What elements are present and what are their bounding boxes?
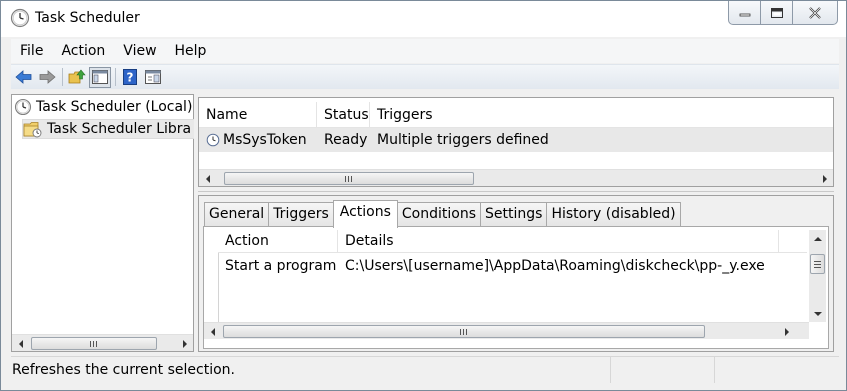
up-folder-icon [68,69,86,84]
actions-vertical-scrollbar[interactable] [809,230,826,322]
task-list-horizontal-scrollbar[interactable] [199,169,833,186]
pane-splitter[interactable] [198,191,834,194]
action-type: Start a program [225,258,337,274]
table-row[interactable]: MsSysToken Ready Multiple triggers defin… [199,128,833,152]
task-status: Ready [324,132,368,148]
details-tabs: General Triggers Actions Conditions Sett… [204,200,681,228]
help-icon: ? [123,69,137,85]
column-header-status[interactable]: Status [317,102,370,128]
tree-item-label: Task Scheduler (Local) [36,99,193,115]
show-hide-console-tree-icon [92,70,108,84]
menu-help[interactable]: Help [166,40,216,62]
window-title: Task Scheduler [35,10,140,26]
show-hide-action-pane-icon [145,70,161,84]
actions-horizontal-scrollbar[interactable] [204,322,809,339]
toolbar: ? [11,64,839,89]
task-clock-icon [206,133,220,147]
chevron-left-icon [210,327,215,336]
tree-horizontal-scrollbar[interactable] [12,334,193,351]
task-name: MsSysToken [223,132,307,148]
tree-item-library[interactable]: Task Scheduler Libra [18,118,194,140]
tree-item-root[interactable]: Task Scheduler (Local) [14,96,192,118]
window-controls [728,1,838,25]
scroll-left-button[interactable] [199,170,216,187]
scroll-right-button[interactable] [778,323,795,340]
close-icon [809,7,821,19]
tab-settings[interactable]: Settings [480,202,548,227]
scroll-down-button[interactable] [809,305,826,322]
scroll-right-button[interactable] [816,170,833,187]
action-details: C:\Users\[username]\AppData\Roaming\disk… [345,258,765,274]
toolbar-separator [62,68,63,86]
toolbar-separator [115,68,116,86]
back-button[interactable] [13,67,35,88]
table-row[interactable]: Start a program C:\Users\[username]\AppD… [218,254,807,278]
clock-icon [14,98,32,116]
menu-file[interactable]: File [11,40,52,62]
task-folder-icon [23,121,42,137]
console-tree[interactable]: Task Scheduler (Local) Task Scheduler Li… [11,94,194,352]
chevron-down-icon [813,311,822,316]
menu-bar: File Action View Help [11,39,839,63]
chevron-right-icon [182,339,187,348]
status-text: Refreshes the current selection. [11,356,611,383]
maximize-icon [770,8,783,18]
scroll-thumb[interactable] [31,337,157,350]
minimize-button[interactable] [729,1,761,24]
task-list-header: Name Status Triggers [199,102,833,128]
tab-triggers[interactable]: Triggers [268,202,334,227]
forward-arrow-icon [39,70,56,84]
scroll-thumb[interactable] [224,172,474,185]
column-header-name[interactable]: Name [199,102,317,128]
column-header-triggers[interactable]: Triggers [370,102,833,128]
scroll-left-button[interactable] [12,335,29,352]
svg-text:?: ? [127,71,134,85]
status-panel-2 [611,356,715,383]
clock-icon [10,8,30,28]
tree-item-label: Task Scheduler Libra [47,121,192,137]
column-header-details[interactable]: Details [338,230,779,253]
help-button[interactable]: ? [119,67,141,88]
close-button[interactable] [793,1,837,24]
scroll-right-button[interactable] [176,335,193,352]
chevron-left-icon [18,339,23,348]
scroll-left-button[interactable] [204,323,221,340]
task-list[interactable]: Name Status Triggers MsSysToken Ready Mu… [198,97,834,187]
chevron-left-icon [205,174,210,183]
tab-history[interactable]: History (disabled) [546,202,681,227]
column-header-action[interactable]: Action [218,230,338,253]
minimize-icon [739,13,750,17]
chevron-right-icon [784,327,789,336]
show-hide-action-pane-button[interactable] [142,67,164,88]
back-arrow-icon [15,70,32,84]
menu-view[interactable]: View [114,40,165,62]
scroll-up-button[interactable] [809,230,826,247]
title-bar[interactable]: Task Scheduler [1,1,846,37]
actions-tab-panel: Action Details Start a program C:\Users\… [203,226,829,349]
status-bar: Refreshes the current selection. [11,356,839,383]
show-hide-console-tree-button[interactable] [89,66,111,88]
menu-action[interactable]: Action [52,40,114,62]
scroll-thumb[interactable] [223,325,705,338]
tab-conditions[interactable]: Conditions [396,202,482,227]
scroll-thumb[interactable] [810,254,825,274]
up-one-level-button[interactable] [66,67,88,88]
status-panel-3 [715,356,839,383]
tab-actions[interactable]: Actions [332,200,398,228]
task-triggers: Multiple triggers defined [377,132,549,148]
maximize-button[interactable] [761,1,793,24]
actions-list-header: Action Details [218,230,807,253]
task-pane: Name Status Triggers MsSysToken Ready Mu… [198,94,839,352]
task-scheduler-window: Task Scheduler File Action View Help ? T… [0,0,847,391]
task-details-panel: General Triggers Actions Conditions Sett… [198,195,834,352]
tab-general[interactable]: General [204,202,270,227]
chevron-up-icon [813,236,822,241]
chevron-right-icon [822,174,827,183]
forward-button[interactable] [36,67,58,88]
